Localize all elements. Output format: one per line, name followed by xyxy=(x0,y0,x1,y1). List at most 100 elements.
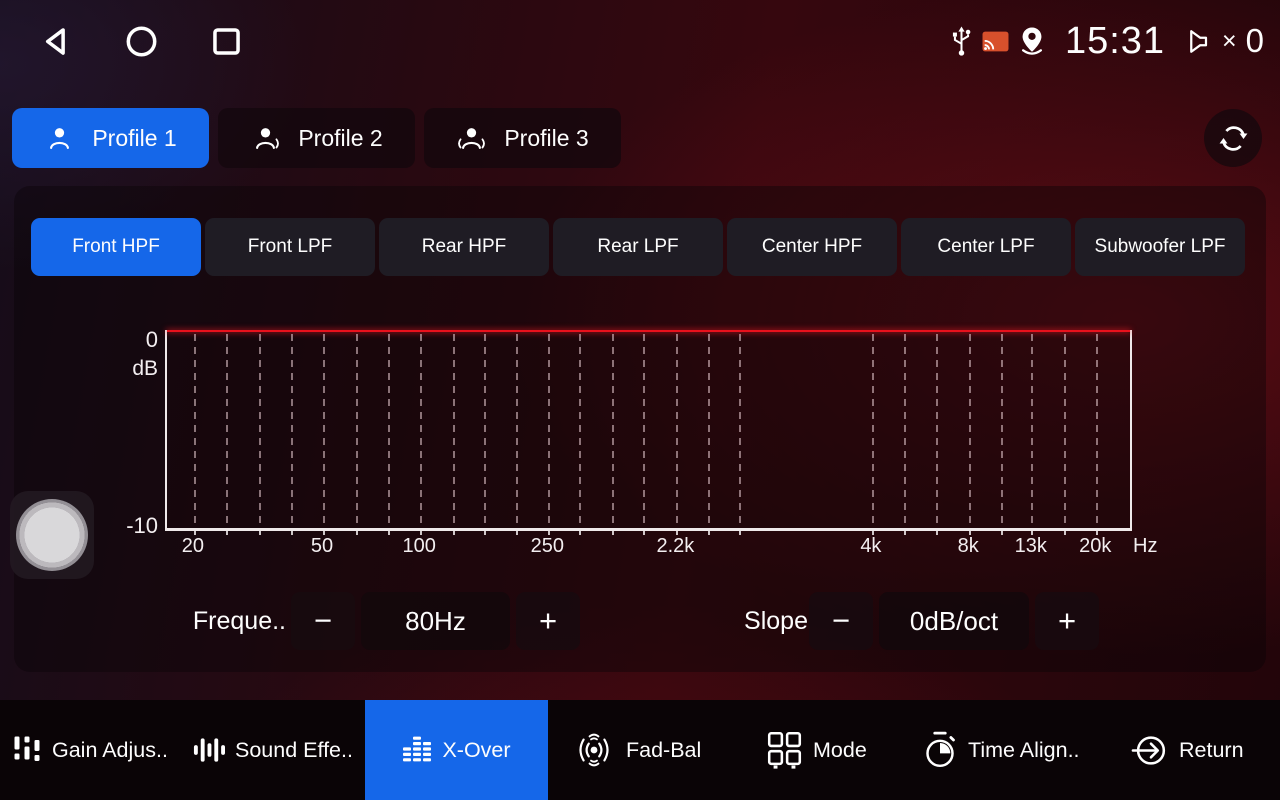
bottom-nav: Gain Adjus.. Sound Effe.. X-Over Fad-Bal Mod… xyxy=(0,700,1280,800)
nav-item-label: Gain Adjus.. xyxy=(52,738,168,763)
chart-gridline xyxy=(612,334,614,525)
chart-gridline xyxy=(226,334,228,525)
refresh-button[interactable] xyxy=(1204,109,1262,167)
assistive-ball-icon xyxy=(16,499,88,571)
chart-gridline xyxy=(388,334,390,525)
filter-tab-label: Rear HPF xyxy=(422,236,506,258)
cast-icon xyxy=(982,31,1009,52)
profile-tab-3[interactable]: Profile 3 xyxy=(424,108,621,168)
time-align-icon xyxy=(922,730,958,770)
chart-gridline xyxy=(194,334,196,525)
filter-tab-label: Front LPF xyxy=(248,236,332,258)
chart-gridline xyxy=(708,334,710,525)
chart-x-tick-label: 50 xyxy=(311,535,333,558)
chart-gridline xyxy=(904,334,906,525)
return-icon xyxy=(1130,731,1169,770)
profile-person-icon xyxy=(44,124,75,152)
chart-x-tick-label: 20k xyxy=(1079,535,1111,558)
chart-gridline xyxy=(453,334,455,525)
x-axis-unit-label: Hz xyxy=(1133,535,1157,558)
chart-x-tick-label: 13k xyxy=(1015,535,1047,558)
chart-plot xyxy=(165,330,1132,531)
filter-tab-label: Center LPF xyxy=(937,236,1034,258)
chart-gridline xyxy=(1001,334,1003,525)
gain-adjust-icon xyxy=(12,733,42,767)
frequency-plus-button[interactable]: + xyxy=(516,592,580,650)
nav-item-return[interactable]: Return xyxy=(1130,700,1244,800)
nav-item-x-over[interactable]: X-Over xyxy=(365,700,548,800)
nav-item-label: Mode xyxy=(813,738,867,763)
slope-plus-button[interactable]: + xyxy=(1035,592,1099,650)
status-indicators: 15:31 × 0 xyxy=(950,20,1264,63)
slope-value: 0dB/oct xyxy=(879,592,1029,650)
chart-gridline xyxy=(1064,334,1066,525)
slope-minus-button[interactable]: − xyxy=(809,592,873,650)
nav-item-mode[interactable]: Mode xyxy=(766,700,867,800)
chart-gridline xyxy=(420,334,422,525)
profile-bar: Profile 1 Profile 2 Profile 3 xyxy=(12,108,621,168)
y-axis-unit-label: dB xyxy=(96,357,158,381)
mode-icon xyxy=(766,731,803,770)
chart-gridline xyxy=(969,334,971,525)
floating-assistive-button[interactable] xyxy=(10,491,94,579)
nav-item-label: Fad-Bal xyxy=(626,738,701,763)
chart-x-tick-label: 100 xyxy=(403,535,436,558)
frequency-minus-button[interactable]: − xyxy=(291,592,355,650)
profile-label: Profile 1 xyxy=(92,125,176,152)
chart-x-tick-label: 2.2k xyxy=(656,535,694,558)
nav-item-fad-bal[interactable]: Fad-Bal xyxy=(572,700,701,800)
sound-effect-icon xyxy=(192,735,225,765)
status-bar: 15:31 × 0 xyxy=(0,0,1280,82)
chart-gridline xyxy=(516,334,518,525)
profile-tab-1[interactable]: Profile 1 xyxy=(12,108,209,168)
filter-tab-center-lpf[interactable]: Center LPF xyxy=(901,218,1071,276)
nav-item-label: X-Over xyxy=(442,738,510,763)
recents-icon[interactable] xyxy=(210,25,243,58)
profile-person-wave-right-icon xyxy=(250,124,281,152)
filter-tab-bar: Front HPF Front LPF Rear HPF Rear LPF Center… xyxy=(31,218,1245,276)
filter-tab-label: Rear LPF xyxy=(597,236,678,258)
profile-label: Profile 3 xyxy=(504,125,588,152)
nav-item-label: Sound Effe.. xyxy=(235,738,353,763)
frequency-value: 80Hz xyxy=(361,592,510,650)
filter-tab-rear-lpf[interactable]: Rear LPF xyxy=(553,218,723,276)
volume-level: 0 xyxy=(1246,22,1264,60)
nav-item-sound-effe[interactable]: Sound Effe.. xyxy=(192,700,353,800)
nav-item-time-align[interactable]: Time Align.. xyxy=(922,700,1080,800)
filter-tab-front-lpf[interactable]: Front LPF xyxy=(205,218,375,276)
chart-gridline xyxy=(643,334,645,525)
profile-tab-2[interactable]: Profile 2 xyxy=(218,108,415,168)
profile-label: Profile 2 xyxy=(298,125,382,152)
chart-gridline xyxy=(1031,334,1033,525)
filter-tab-rear-hpf[interactable]: Rear HPF xyxy=(379,218,549,276)
sync-icon xyxy=(1217,122,1250,155)
frequency-label: Freque.. xyxy=(150,592,286,650)
chart-x-tick-label: 8k xyxy=(958,535,979,558)
chart-gridline xyxy=(484,334,486,525)
volume-mute-x: × xyxy=(1222,27,1237,56)
chart-gridline xyxy=(356,334,358,525)
chart-gridline xyxy=(872,334,874,525)
home-icon[interactable] xyxy=(125,25,158,58)
chart-gridline xyxy=(739,334,741,525)
usb-icon xyxy=(950,26,973,57)
filter-tab-center-hpf[interactable]: Center HPF xyxy=(727,218,897,276)
filter-tab-label: Front HPF xyxy=(72,236,160,258)
nav-item-label: Time Align.. xyxy=(968,738,1080,763)
filter-tab-subwoofer-lpf[interactable]: Subwoofer LPF xyxy=(1075,218,1245,276)
filter-tab-label: Center HPF xyxy=(762,236,862,258)
chart-x-labels: 20501002502.2k4k8k13k20k xyxy=(165,535,1128,561)
chart-x-tick-label: 20 xyxy=(182,535,204,558)
nav-item-label: Return xyxy=(1179,738,1244,763)
chart-gridline xyxy=(579,334,581,525)
y-axis-top-label: 0 xyxy=(96,327,158,353)
filter-tab-front-hpf[interactable]: Front HPF xyxy=(31,218,201,276)
chart-gridline xyxy=(259,334,261,525)
chart-gridline xyxy=(323,334,325,525)
nav-item-gain-adjus[interactable]: Gain Adjus.. xyxy=(12,700,168,800)
filter-tab-label: Subwoofer LPF xyxy=(1095,236,1226,258)
back-icon[interactable] xyxy=(40,25,73,58)
x-over-icon xyxy=(402,734,432,766)
profile-person-wave-both-icon xyxy=(456,124,487,152)
y-axis-bottom-label: -10 xyxy=(96,513,158,539)
